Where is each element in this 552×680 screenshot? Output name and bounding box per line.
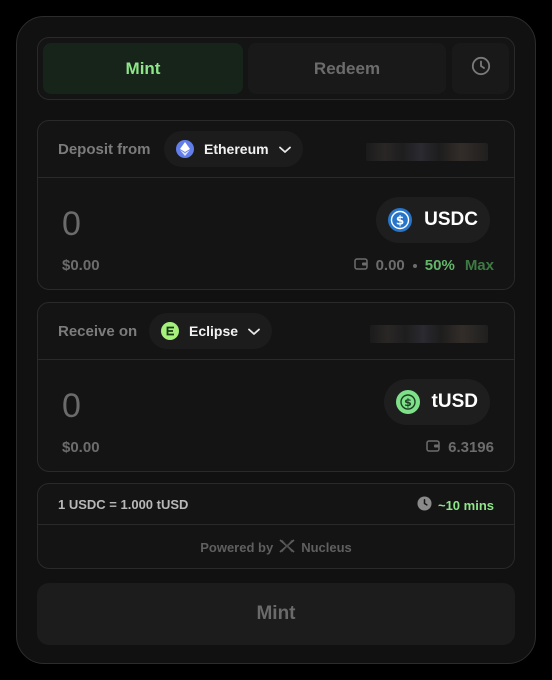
separator-dot — [412, 263, 417, 268]
usdc-icon: $ — [388, 208, 413, 232]
clock-icon — [471, 56, 491, 81]
clock-icon — [417, 496, 432, 514]
svg-text:$: $ — [404, 396, 412, 409]
receive-usd-value: $0.00 — [62, 439, 100, 456]
wallet-address-blurred — [370, 325, 488, 343]
deposit-usd-value: $0.00 — [62, 257, 100, 274]
eclipse-icon — [161, 322, 179, 340]
receive-chain-name: Eclipse — [189, 323, 239, 339]
receive-token-name: tUSD — [431, 391, 478, 412]
powered-by-brand: Nucleus — [301, 540, 352, 555]
nucleus-logo-icon — [279, 539, 295, 556]
fifty-percent-button[interactable]: 50% — [425, 257, 455, 274]
tab-mint[interactable]: Mint — [43, 43, 243, 94]
wallet-address-blurred — [366, 143, 488, 161]
receive-token-display[interactable]: $ tUSD — [383, 379, 490, 425]
receive-label: Receive on — [58, 323, 138, 340]
deposit-label: Deposit from — [58, 141, 151, 158]
deposit-amount-input[interactable]: 0 — [62, 205, 81, 244]
powered-by-label: Powered by — [200, 540, 274, 555]
receive-amount-output: 0 — [62, 387, 81, 425]
history-button[interactable] — [452, 43, 509, 94]
wallet-icon — [426, 439, 440, 456]
mode-tabs: Mint Redeem — [37, 37, 515, 100]
mint-button[interactable]: Mint — [37, 583, 515, 645]
mint-card: Mint Redeem Deposit from Ethereum 0 $ US… — [16, 16, 536, 664]
chevron-down-icon — [278, 141, 291, 157]
rate-row: 1 USDC = 1.000 tUSD ~10 mins — [38, 484, 514, 525]
wallet-icon — [353, 257, 368, 274]
powered-by: Powered by Nucleus — [38, 539, 514, 556]
receive-balance-row: 6.3196 — [426, 439, 494, 456]
receive-balance: 6.3196 — [448, 439, 494, 456]
svg-text:$: $ — [396, 214, 404, 228]
ethereum-icon — [176, 140, 194, 158]
eta-text: ~10 mins — [437, 497, 494, 513]
receive-chain-selector[interactable]: Eclipse — [149, 313, 273, 349]
deposit-token-selector[interactable]: $ USDC — [376, 197, 490, 243]
deposit-header: Deposit from Ethereum — [38, 121, 514, 178]
deposit-chain-name: Ethereum — [204, 141, 269, 157]
exchange-rate: 1 USDC = 1.000 tUSD — [58, 497, 189, 512]
deposit-balance-row: 0.00 50% Max — [353, 257, 494, 274]
tab-redeem[interactable]: Redeem — [248, 43, 446, 94]
receive-panel: Receive on Eclipse 0 $ tUSD $0.00 6.3196 — [37, 302, 515, 472]
chevron-down-icon — [248, 323, 260, 339]
tusd-icon: $ — [395, 390, 420, 414]
deposit-chain-selector[interactable]: Ethereum — [164, 131, 303, 167]
deposit-token-name: USDC — [424, 209, 478, 230]
deposit-balance: 0.00 — [375, 257, 405, 274]
deposit-panel: Deposit from Ethereum 0 $ USDC $0.00 0.0… — [37, 120, 515, 290]
eta-display: ~10 mins — [417, 496, 494, 514]
receive-header: Receive on Eclipse — [38, 303, 514, 360]
rate-info-panel: 1 USDC = 1.000 tUSD ~10 mins Powered by … — [37, 483, 515, 569]
max-button[interactable]: Max — [465, 257, 494, 274]
